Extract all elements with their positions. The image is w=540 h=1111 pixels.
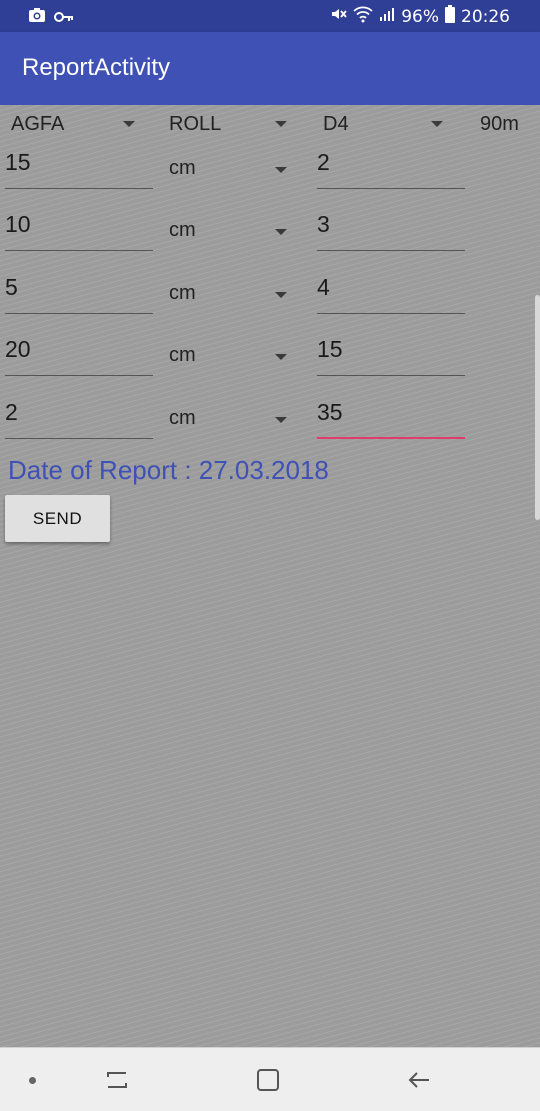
- unit-spinner-1[interactable]: cm: [169, 147, 287, 187]
- brand-spinner-value: AGFA: [11, 113, 65, 135]
- unit-spinner-value: cm: [169, 282, 196, 304]
- recent-apps-icon[interactable]: [104, 1068, 130, 1096]
- signal-icon: [379, 6, 395, 28]
- value-field-3[interactable]: 5: [5, 270, 153, 314]
- page-title: ReportActivity: [22, 54, 171, 81]
- field-underline: [5, 250, 153, 251]
- chevron-down-icon: [275, 417, 287, 423]
- count-field-1[interactable]: 2: [317, 145, 465, 189]
- count-field-text: 4: [317, 274, 330, 300]
- unit-spinner-5[interactable]: cm: [169, 397, 287, 437]
- count-field-3[interactable]: 4: [317, 270, 465, 314]
- mute-icon: [329, 5, 347, 29]
- value-field-4[interactable]: 20: [5, 332, 153, 376]
- unit-spinner-4[interactable]: cm: [169, 334, 287, 374]
- send-button[interactable]: SEND: [5, 495, 110, 542]
- count-field-text: 35: [317, 399, 343, 425]
- chevron-down-icon: [123, 121, 135, 127]
- unit-spinner-3[interactable]: cm: [169, 272, 287, 312]
- count-field-2[interactable]: 3: [317, 207, 465, 251]
- unit-spinner-value: cm: [169, 219, 196, 241]
- value-field-text: 15: [5, 149, 31, 175]
- chevron-down-icon: [275, 167, 287, 173]
- field-underline: [317, 188, 465, 189]
- field-underline: [5, 188, 153, 189]
- field-underline: [5, 375, 153, 376]
- key-icon: [54, 8, 74, 27]
- field-underline: [5, 313, 153, 314]
- app-bar: ReportActivity: [0, 32, 540, 105]
- field-underline: [317, 313, 465, 314]
- count-field-text: 15: [317, 336, 343, 362]
- dot-icon[interactable]: [29, 1077, 36, 1084]
- value-field-2[interactable]: 10: [5, 207, 153, 251]
- unit-spinner-value: cm: [169, 407, 196, 429]
- value-field-text: 10: [5, 211, 31, 237]
- clock: 20:26: [461, 7, 510, 27]
- model-spinner-value: D4: [323, 113, 349, 135]
- status-bar-right: 96% 20:26: [329, 5, 510, 29]
- unit-spinner-value: cm: [169, 157, 196, 179]
- field-underline: [317, 250, 465, 251]
- chevron-down-icon: [275, 229, 287, 235]
- chevron-down-icon: [431, 121, 443, 127]
- value-field-5[interactable]: 2: [5, 395, 153, 439]
- value-field-text: 5: [5, 274, 18, 300]
- length-label: 90m: [480, 113, 519, 135]
- unit-spinner-value: cm: [169, 344, 196, 366]
- type-spinner[interactable]: ROLL: [163, 107, 287, 141]
- brand-spinner[interactable]: AGFA: [5, 107, 135, 141]
- chevron-down-icon: [275, 354, 287, 360]
- type-spinner-value: ROLL: [169, 113, 222, 135]
- chevron-down-icon: [275, 292, 287, 298]
- value-field-1[interactable]: 15: [5, 145, 153, 189]
- main-content: AGFA ROLL D4 90m 15 cm 2 10 cm 3 5 cm 4 …: [0, 105, 540, 1047]
- unit-spinner-2[interactable]: cm: [169, 209, 287, 249]
- chevron-down-icon: [275, 121, 287, 127]
- count-field-5[interactable]: 35: [317, 395, 465, 439]
- scrollbar[interactable]: [535, 295, 540, 520]
- field-underline: [5, 438, 153, 439]
- value-field-text: 2: [5, 399, 18, 425]
- model-spinner[interactable]: D4: [317, 107, 443, 141]
- status-bar: 96% 20:26: [0, 0, 540, 32]
- navigation-bar: [0, 1047, 540, 1111]
- count-field-4[interactable]: 15: [317, 332, 465, 376]
- count-field-text: 2: [317, 149, 330, 175]
- date-of-report: Date of Report : 27.03.2018: [8, 455, 329, 485]
- wifi-icon: [353, 5, 373, 29]
- status-bar-left: [28, 7, 74, 27]
- count-field-text: 3: [317, 211, 330, 237]
- home-icon[interactable]: [256, 1068, 280, 1096]
- battery-percent: 96%: [401, 7, 439, 27]
- field-underline: [317, 375, 465, 376]
- value-field-text: 20: [5, 336, 31, 362]
- back-icon[interactable]: [406, 1068, 432, 1096]
- camera-icon: [28, 7, 46, 27]
- field-underline-focused: [317, 437, 465, 439]
- battery-icon: [445, 5, 455, 29]
